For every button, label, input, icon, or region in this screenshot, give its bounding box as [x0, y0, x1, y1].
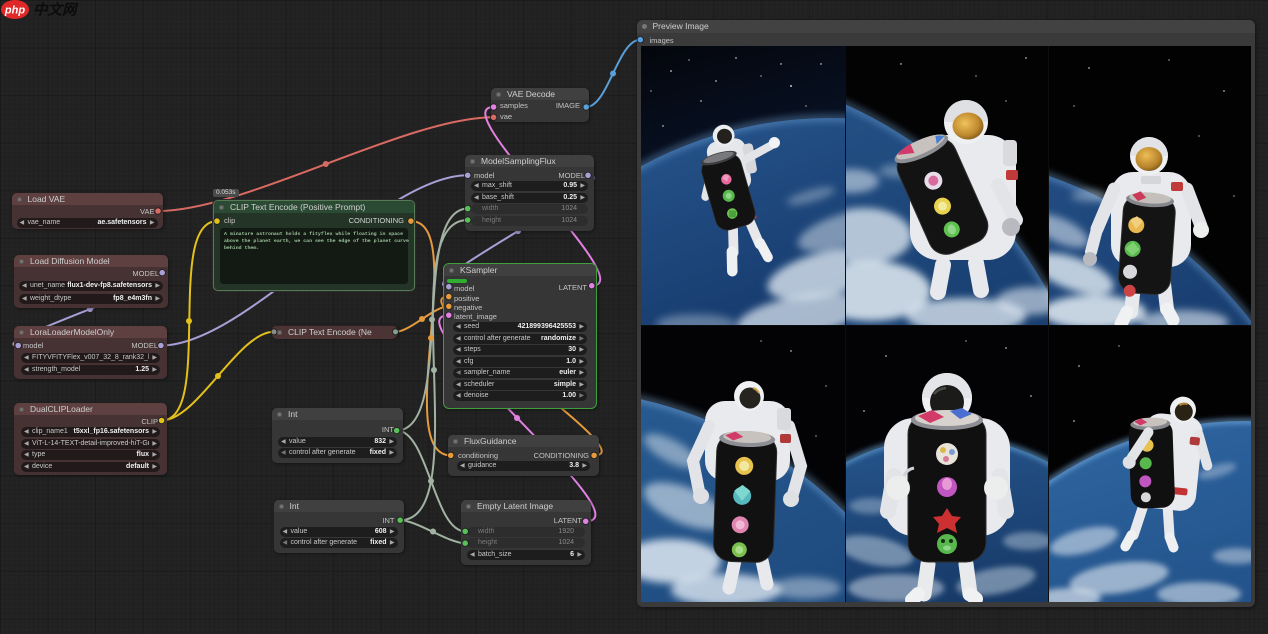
- svg-text:中文网: 中文网: [33, 2, 79, 19]
- svg-text:php: php: [4, 5, 25, 17]
